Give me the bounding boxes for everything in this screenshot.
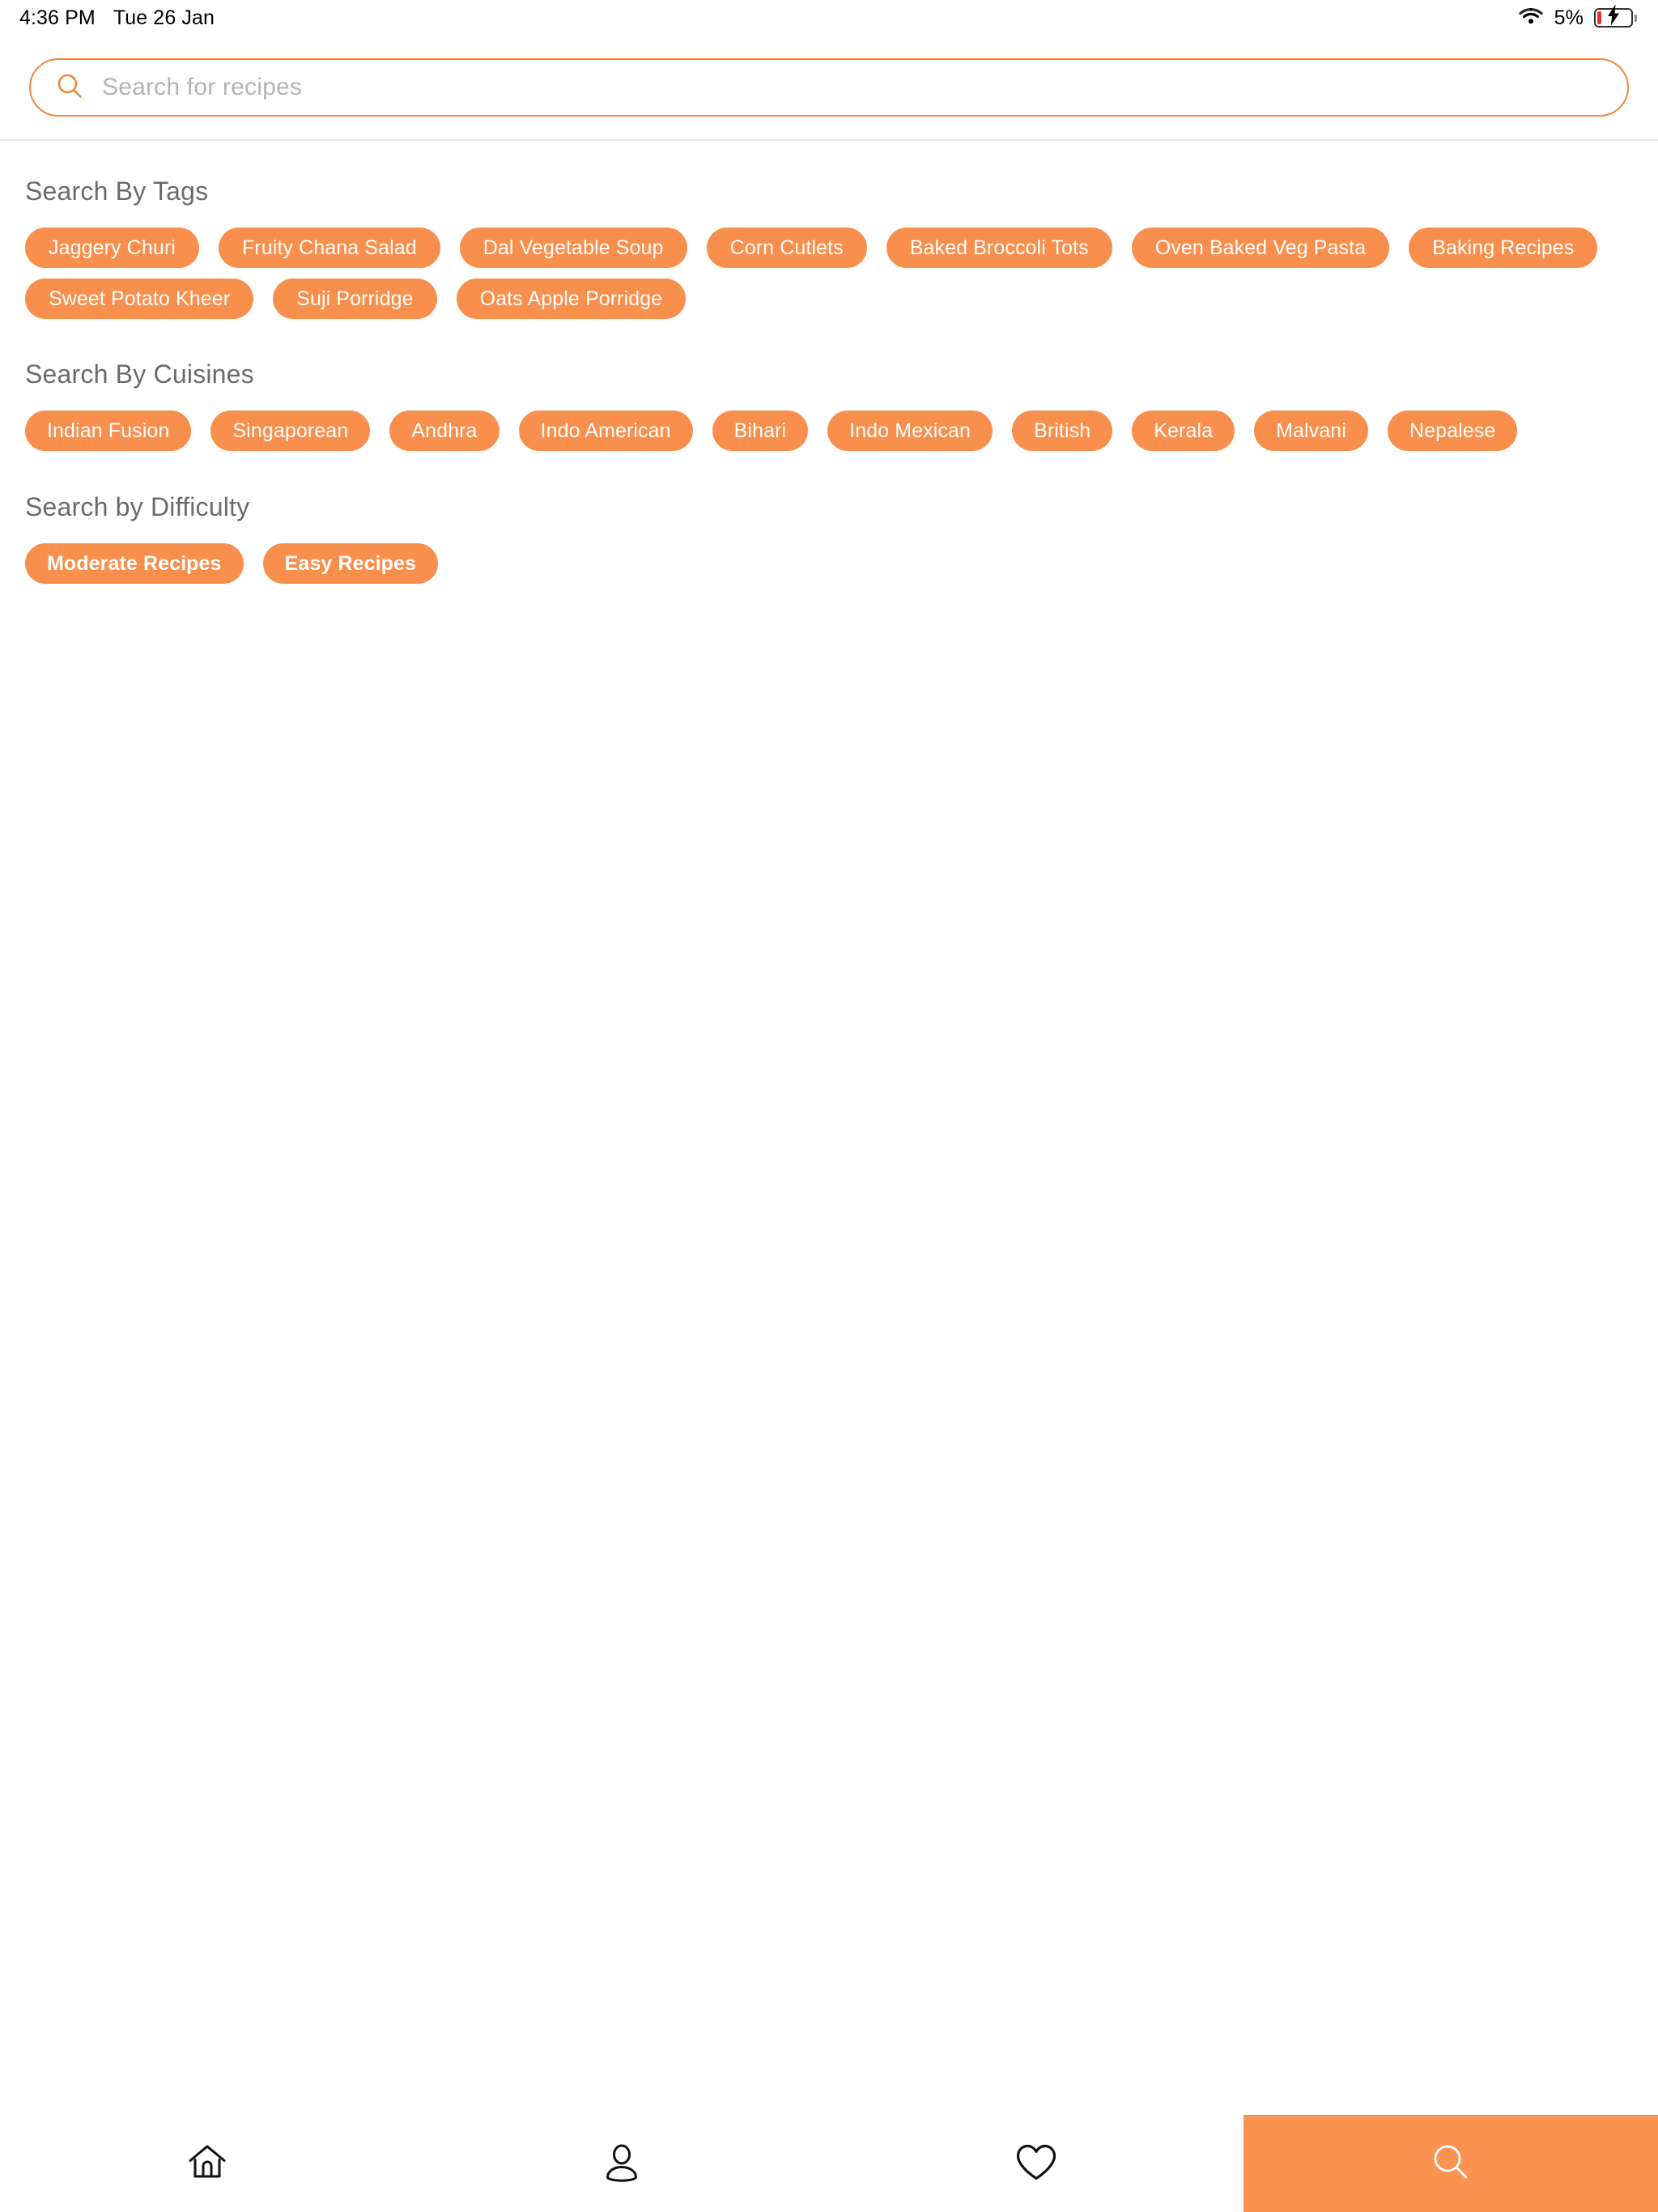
- cuisine-chip-malvani[interactable]: Malvani: [1254, 410, 1368, 451]
- tag-chip-baking-recipes[interactable]: Baking Recipes: [1409, 228, 1598, 268]
- tag-chip-suji-porridge[interactable]: Suji Porridge: [273, 279, 437, 319]
- tag-chip-corn-cutlets[interactable]: Corn Cutlets: [706, 228, 867, 268]
- cuisine-chip-andhra[interactable]: Andhra: [389, 410, 500, 451]
- cuisine-chip-nepalese[interactable]: Nepalese: [1387, 410, 1518, 451]
- tag-chip-jaggery-churi[interactable]: Jaggery Churi: [25, 228, 199, 268]
- search-icon: [55, 71, 84, 104]
- nav-item-favourites[interactable]: [829, 2115, 1244, 2212]
- cuisine-chip-indian-fusion[interactable]: Indian Fusion: [25, 410, 192, 451]
- tag-chip-fruity-chana-salad[interactable]: Fruity Chana Salad: [218, 228, 440, 268]
- cuisine-chip-indo-mexican[interactable]: Indo Mexican: [827, 410, 993, 451]
- search-placeholder-text: Search for recipes: [102, 74, 303, 100]
- cuisine-chip-indo-american[interactable]: Indo American: [518, 410, 693, 451]
- cuisine-chip-british[interactable]: British: [1012, 410, 1113, 451]
- tag-chip-dal-vegetable-soup[interactable]: Dal Vegetable Soup: [459, 228, 687, 268]
- status-time: 4:36 PM: [19, 6, 96, 29]
- search-input[interactable]: Search for recipes: [29, 58, 1629, 117]
- section-title-tags: Search By Tags: [25, 177, 209, 206]
- battery-charging-icon: [1594, 4, 1637, 28]
- tag-chip-sweet-potato-kheer[interactable]: Sweet Potato Kheer: [25, 279, 254, 319]
- section-search-by-tags: Search By Tags Jaggery Churi Fruity Chan…: [25, 177, 1633, 319]
- status-bar: 4:36 PM Tue 26 Jan 5%: [0, 0, 1658, 36]
- difficulty-chip-moderate-recipes[interactable]: Moderate Recipes: [25, 543, 244, 584]
- wifi-icon: [1518, 6, 1544, 31]
- status-bar-left: 4:36 PM Tue 26 Jan: [19, 6, 215, 30]
- section-title-cuisines: Search By Cuisines: [25, 359, 254, 389]
- nav-item-home[interactable]: [0, 2115, 414, 2212]
- battery-percentage: 5%: [1554, 6, 1584, 29]
- bottom-navigation-bar: [0, 2115, 1658, 2212]
- cuisine-chip-kerala[interactable]: Kerala: [1132, 410, 1235, 451]
- main-content: Search By Tags Jaggery Churi Fruity Chan…: [0, 143, 1658, 2115]
- search-bar-region: Search for recipes: [0, 36, 1658, 141]
- nav-item-profile[interactable]: [414, 2115, 829, 2212]
- status-bar-right: 5%: [1518, 4, 1637, 31]
- tag-chip-oats-apple-porridge[interactable]: Oats Apple Porridge: [456, 279, 687, 319]
- difficulty-chip-row: Moderate Recipes Easy Recipes: [25, 543, 1633, 584]
- status-date: Tue 26 Jan: [113, 6, 215, 29]
- section-title-difficulty: Search by Difficulty: [25, 492, 250, 521]
- cuisine-chip-singaporean[interactable]: Singaporean: [210, 410, 371, 451]
- tag-chip-baked-broccoli-tots[interactable]: Baked Broccoli Tots: [886, 228, 1112, 268]
- search-icon: [1428, 2139, 1473, 2189]
- tag-chip-row: Jaggery Churi Fruity Chana Salad Dal Veg…: [25, 228, 1633, 319]
- section-search-by-difficulty: Search by Difficulty Moderate Recipes Ea…: [25, 492, 1633, 584]
- app-root: 4:36 PM Tue 26 Jan 5% Search for recipes…: [0, 0, 1658, 2212]
- section-search-by-cuisines: Search By Cuisines Indian Fusion Singapo…: [25, 359, 1633, 451]
- heart-icon: [1012, 2139, 1061, 2189]
- person-icon: [599, 2139, 644, 2189]
- home-icon: [185, 2139, 230, 2189]
- cuisine-chip-row: Indian Fusion Singaporean Andhra Indo Am…: [25, 410, 1633, 451]
- cuisine-chip-bihari[interactable]: Bihari: [712, 410, 809, 451]
- difficulty-chip-easy-recipes[interactable]: Easy Recipes: [262, 543, 438, 584]
- tag-chip-oven-baked-veg-pasta[interactable]: Oven Baked Veg Pasta: [1131, 228, 1390, 268]
- nav-item-search[interactable]: [1244, 2115, 1658, 2212]
